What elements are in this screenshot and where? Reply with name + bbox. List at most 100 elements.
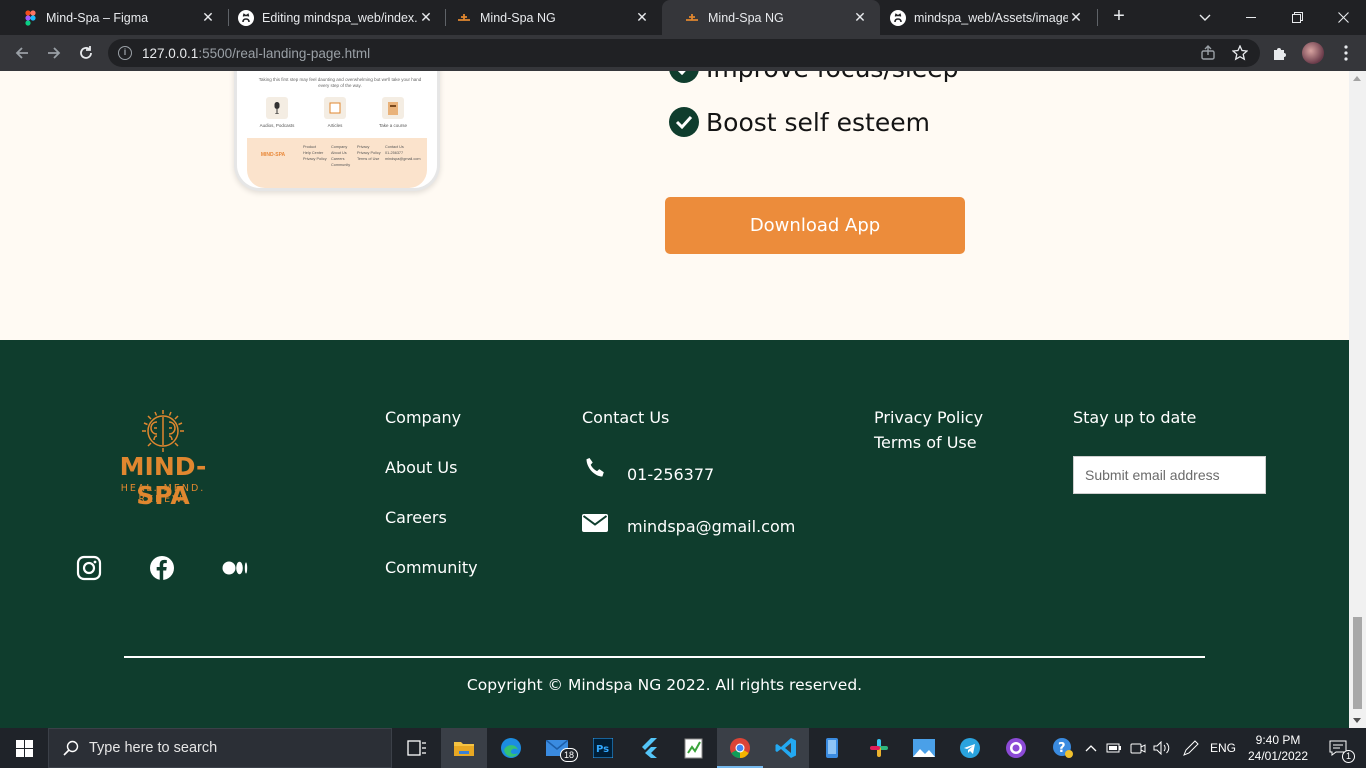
phone-intro-text: Taking this first step may feel daunting… (258, 77, 422, 88)
phone-link-icon[interactable] (809, 728, 855, 768)
benefit-item: Boost self esteem (669, 107, 930, 137)
newsletter-email-input[interactable] (1073, 456, 1266, 494)
phone-col-item: Privacy Policy (303, 157, 327, 161)
telegram-icon[interactable] (947, 728, 993, 768)
footer-link-terms-of-use[interactable]: Terms of Use (874, 433, 977, 452)
site-footer: MIND-SPA HEAL. MEND. RENEW. Company Abou… (0, 340, 1349, 728)
vscode-icon[interactable] (763, 728, 809, 768)
share-icon[interactable] (1196, 41, 1220, 65)
medium-icon[interactable] (222, 554, 250, 582)
back-arrow-icon[interactable] (10, 41, 34, 65)
tab-search-chevron-icon[interactable] (1182, 0, 1228, 35)
contact-email[interactable]: mindspa@gmail.com (627, 517, 795, 536)
forward-arrow-icon[interactable] (42, 41, 66, 65)
github-icon (890, 9, 906, 26)
new-tab-button[interactable]: + (1108, 6, 1130, 28)
file-explorer-icon[interactable] (441, 728, 487, 768)
tab-mindspa-active[interactable]: Mind-Spa NG ✕ (662, 0, 880, 35)
phone-col-item: mindspa@gmail.com (385, 157, 421, 161)
tab-title: Mind-Spa NG (480, 10, 556, 25)
phone-col-item: Terms of Use (357, 157, 380, 161)
benefit-text: Improve focus/sleep (706, 71, 958, 83)
tray-chevron-up-icon[interactable] (1082, 728, 1100, 768)
pen-workspace-icon[interactable] (1180, 728, 1202, 768)
phone-footer-col: Company About Us Careers Community (331, 144, 350, 168)
phone-category-audio: Audios, Podcasts (257, 97, 297, 128)
volume-icon[interactable] (1152, 728, 1172, 768)
photoshop-icon[interactable]: Ps (580, 728, 626, 768)
bookmark-star-icon[interactable] (1228, 41, 1252, 65)
meet-now-icon[interactable] (1128, 728, 1148, 768)
tab-github-assets[interactable]: mindspa_web/Assets/images ✕ (868, 0, 1096, 35)
footer-link-about-us[interactable]: About Us (385, 458, 457, 477)
photos-icon[interactable] (901, 728, 947, 768)
page-viewport: Taking this first step may feel daunting… (0, 71, 1349, 728)
edge-browser-icon[interactable] (488, 728, 534, 768)
taskbar-clock[interactable]: 9:40 PM 24/01/2022 (1240, 732, 1316, 764)
restore-icon[interactable] (1274, 0, 1320, 35)
minimize-icon[interactable] (1228, 0, 1274, 35)
battery-icon[interactable] (1104, 728, 1124, 768)
mindspa-logo[interactable]: MIND-SPA HEAL. MEND. RENEW. (95, 408, 231, 510)
phone-mockup-image: Taking this first step may feel daunting… (234, 71, 440, 191)
menu-kebab-icon[interactable] (1334, 41, 1358, 65)
profile-avatar[interactable] (1302, 42, 1324, 64)
taskbar-search-box[interactable]: Type here to search (48, 728, 392, 768)
envelope-icon (582, 511, 608, 535)
scroll-up-arrow-icon[interactable] (1353, 76, 1361, 81)
windows-taskbar: Type here to search 18 Ps ? ENG 9:40 PM … (0, 728, 1366, 768)
github-desktop-icon[interactable] (993, 728, 1039, 768)
tab-github-editing[interactable]: Editing mindspa_web/index.h ✕ (216, 0, 446, 35)
benefit-text: Boost self esteem (706, 107, 930, 137)
figma-icon (22, 9, 38, 26)
flutter-icon[interactable] (626, 728, 672, 768)
phone-col-item: Community (331, 163, 351, 167)
tab-figma[interactable]: Mind-Spa – Figma ✕ (0, 0, 228, 35)
svg-text:Ps: Ps (596, 744, 609, 755)
contact-phone[interactable]: 01-256377 (627, 465, 714, 484)
close-tab-icon[interactable]: ✕ (852, 9, 868, 26)
close-tab-icon[interactable]: ✕ (200, 9, 216, 26)
svg-text:?: ? (1058, 741, 1066, 756)
mail-icon[interactable]: 18 (534, 728, 580, 768)
instagram-icon[interactable] (75, 554, 103, 582)
facebook-icon[interactable] (148, 554, 176, 582)
scrollbar-thumb[interactable] (1353, 617, 1362, 709)
phone-footer-col: Privacy Privacy Policy Terms of Use (357, 144, 381, 162)
notification-center-icon[interactable]: 1 (1320, 728, 1356, 768)
phone-footer-logo: MIND-SPA (260, 152, 286, 158)
footer-link-privacy-policy[interactable]: Privacy Policy (874, 408, 983, 427)
help-icon[interactable]: ? (1050, 728, 1076, 768)
task-view-icon[interactable] (394, 728, 440, 768)
search-placeholder: Type here to search (89, 740, 218, 756)
phone-footer-col: Contact Us 01-256377 mindspa@gmail.com (385, 144, 421, 162)
scroll-down-arrow-icon[interactable] (1353, 718, 1361, 723)
download-app-button[interactable]: Download App (665, 197, 965, 254)
phone-icon (582, 456, 608, 480)
tab-title: Mind-Spa – Figma (46, 10, 149, 25)
tab-title: Mind-Spa NG (708, 10, 784, 25)
close-tab-icon[interactable]: ✕ (634, 9, 650, 26)
chrome-icon[interactable] (717, 728, 763, 768)
mindspa-favicon-icon (684, 10, 700, 26)
course-book-icon (382, 97, 404, 119)
footer-link-careers[interactable]: Careers (385, 508, 447, 527)
close-tab-icon[interactable]: ✕ (418, 9, 434, 26)
reload-icon[interactable] (74, 41, 98, 65)
address-bar[interactable]: i 127.0.0.1:5500/real-landing-page.html (108, 39, 1260, 67)
page-scrollbar[interactable] (1349, 71, 1366, 728)
close-window-icon[interactable] (1320, 0, 1366, 35)
newsletter-heading: Stay up to date (1073, 408, 1197, 427)
phone-category-label: Audios, Podcasts (259, 123, 295, 128)
tab-mindspa-1[interactable]: Mind-Spa NG ✕ (434, 0, 662, 35)
slack-icon[interactable] (856, 728, 902, 768)
language-indicator[interactable]: ENG (1206, 728, 1240, 768)
close-tab-icon[interactable]: ✕ (1068, 9, 1084, 26)
site-info-icon[interactable]: i (118, 46, 132, 60)
tab-title: Editing mindspa_web/index.h (262, 10, 418, 25)
notepad-plus-icon[interactable] (671, 728, 717, 768)
extensions-puzzle-icon[interactable] (1268, 41, 1292, 65)
footer-link-community[interactable]: Community (385, 558, 478, 577)
windows-start-icon[interactable] (0, 728, 48, 768)
mindspa-favicon-icon (456, 10, 472, 26)
